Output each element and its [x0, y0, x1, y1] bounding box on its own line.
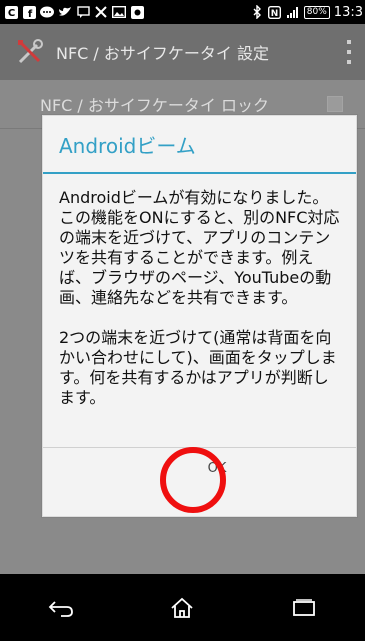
image-icon: [112, 5, 126, 19]
navigation-bar: [0, 574, 365, 641]
status-clock: 13:3: [333, 4, 363, 20]
list-item-label: NFC / おサイフケータイ ロック: [40, 96, 269, 115]
tools-status-icon: [94, 5, 108, 19]
notification-icons: C f: [0, 5, 144, 19]
battery-indicator: 80%: [303, 5, 330, 19]
page-title: NFC / おサイフケータイ 設定: [56, 44, 269, 63]
svg-text:f: f: [27, 9, 32, 19]
recents-icon[interactable]: [284, 588, 324, 628]
nfc-icon: N: [268, 5, 282, 19]
signal-icon: [286, 5, 300, 19]
app-c-icon: C: [4, 5, 18, 19]
chat-bubble-icon: [40, 5, 54, 19]
android-beam-dialog: Androidビーム Androidビームが有効になりました。この機能をONにす…: [42, 115, 357, 517]
bluetooth-icon: [250, 5, 264, 19]
twitter-icon: [58, 5, 72, 19]
system-indicators: N 80% 13:3: [250, 5, 365, 20]
svg-text:N: N: [271, 9, 279, 19]
message-icon: [76, 5, 90, 19]
tools-icon[interactable]: [14, 36, 46, 68]
dialog-paragraph-2: 2つの端末を近づけて(通常は背面を向かい合わせにして)、画面をタップします。何を…: [59, 328, 337, 407]
facebook-icon: f: [22, 5, 36, 19]
app-square-icon: [130, 5, 144, 19]
dialog-paragraph-1: Androidビームが有効になりました。この機能をONにすると、別のNFC対応の…: [59, 188, 340, 307]
home-icon[interactable]: [162, 588, 202, 628]
lock-checkbox[interactable]: [327, 96, 343, 112]
dialog-title: Androidビーム: [43, 116, 356, 174]
ok-button[interactable]: OK: [195, 446, 239, 490]
dialog-footer: OK: [43, 447, 356, 516]
action-bar: NFC / おサイフケータイ 設定: [0, 24, 365, 80]
status-bar: C f N 80% 13:3: [0, 0, 365, 24]
dialog-body: Androidビームが有効になりました。この機能をONにすると、別のNFC対応の…: [43, 174, 356, 408]
overflow-menu-icon[interactable]: [345, 40, 353, 64]
back-icon[interactable]: [41, 588, 81, 628]
svg-text:C: C: [7, 8, 14, 19]
